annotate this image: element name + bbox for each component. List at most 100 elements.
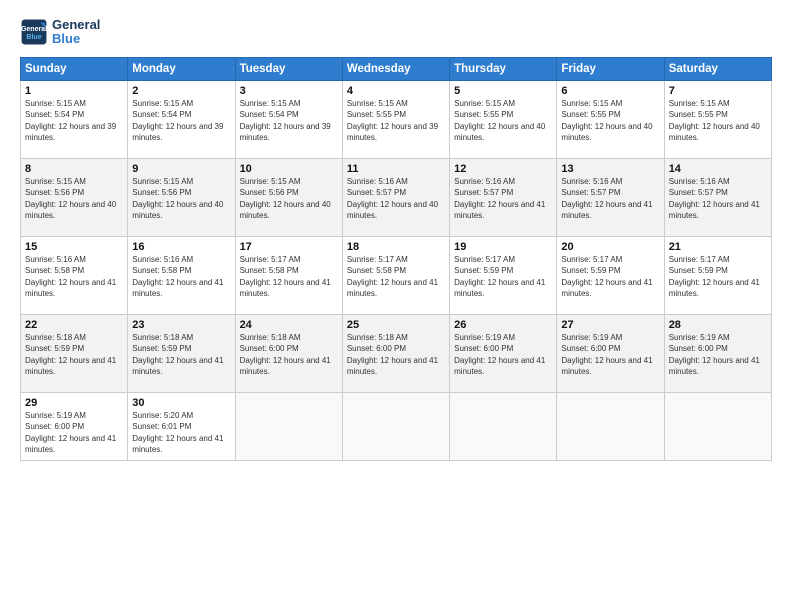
day-cell: 9 Sunrise: 5:15 AM Sunset: 5:56 PM Dayli… (128, 158, 235, 236)
day-cell (342, 392, 449, 460)
day-cell: 8 Sunrise: 5:15 AM Sunset: 5:56 PM Dayli… (21, 158, 128, 236)
day-info: Sunrise: 5:16 AM Sunset: 5:57 PM Dayligh… (347, 176, 445, 222)
calendar-page: General Blue General Blue SundayMondayTu… (0, 0, 792, 612)
day-cell: 1 Sunrise: 5:15 AM Sunset: 5:54 PM Dayli… (21, 80, 128, 158)
day-number: 5 (454, 85, 552, 97)
day-cell (235, 392, 342, 460)
day-cell: 5 Sunrise: 5:15 AM Sunset: 5:55 PM Dayli… (450, 80, 557, 158)
day-info: Sunrise: 5:17 AM Sunset: 5:58 PM Dayligh… (240, 254, 338, 300)
day-number: 13 (561, 163, 659, 175)
day-info: Sunrise: 5:15 AM Sunset: 5:54 PM Dayligh… (240, 98, 338, 144)
page-header: General Blue General Blue (20, 18, 772, 47)
day-info: Sunrise: 5:19 AM Sunset: 6:00 PM Dayligh… (454, 332, 552, 378)
week-row-1: 1 Sunrise: 5:15 AM Sunset: 5:54 PM Dayli… (21, 80, 772, 158)
day-info: Sunrise: 5:16 AM Sunset: 5:57 PM Dayligh… (454, 176, 552, 222)
day-cell: 27 Sunrise: 5:19 AM Sunset: 6:00 PM Dayl… (557, 314, 664, 392)
day-cell: 10 Sunrise: 5:15 AM Sunset: 5:56 PM Dayl… (235, 158, 342, 236)
day-number: 29 (25, 397, 123, 409)
day-cell: 29 Sunrise: 5:19 AM Sunset: 6:00 PM Dayl… (21, 392, 128, 460)
day-info: Sunrise: 5:15 AM Sunset: 5:56 PM Dayligh… (132, 176, 230, 222)
day-cell: 13 Sunrise: 5:16 AM Sunset: 5:57 PM Dayl… (557, 158, 664, 236)
day-cell: 14 Sunrise: 5:16 AM Sunset: 5:57 PM Dayl… (664, 158, 771, 236)
day-cell: 11 Sunrise: 5:16 AM Sunset: 5:57 PM Dayl… (342, 158, 449, 236)
day-cell: 15 Sunrise: 5:16 AM Sunset: 5:58 PM Dayl… (21, 236, 128, 314)
logo-icon: General Blue (20, 18, 48, 46)
day-info: Sunrise: 5:15 AM Sunset: 5:55 PM Dayligh… (347, 98, 445, 144)
day-number: 3 (240, 85, 338, 97)
day-cell: 3 Sunrise: 5:15 AM Sunset: 5:54 PM Dayli… (235, 80, 342, 158)
day-number: 26 (454, 319, 552, 331)
day-info: Sunrise: 5:16 AM Sunset: 5:57 PM Dayligh… (561, 176, 659, 222)
day-info: Sunrise: 5:17 AM Sunset: 5:59 PM Dayligh… (454, 254, 552, 300)
day-info: Sunrise: 5:17 AM Sunset: 5:58 PM Dayligh… (347, 254, 445, 300)
day-cell: 22 Sunrise: 5:18 AM Sunset: 5:59 PM Dayl… (21, 314, 128, 392)
day-cell: 24 Sunrise: 5:18 AM Sunset: 6:00 PM Dayl… (235, 314, 342, 392)
day-info: Sunrise: 5:19 AM Sunset: 6:00 PM Dayligh… (561, 332, 659, 378)
day-info: Sunrise: 5:15 AM Sunset: 5:56 PM Dayligh… (25, 176, 123, 222)
day-cell: 30 Sunrise: 5:20 AM Sunset: 6:01 PM Dayl… (128, 392, 235, 460)
day-number: 30 (132, 397, 230, 409)
day-number: 22 (25, 319, 123, 331)
day-cell: 20 Sunrise: 5:17 AM Sunset: 5:59 PM Dayl… (557, 236, 664, 314)
day-cell: 25 Sunrise: 5:18 AM Sunset: 6:00 PM Dayl… (342, 314, 449, 392)
svg-text:Blue: Blue (26, 34, 41, 41)
day-cell: 17 Sunrise: 5:17 AM Sunset: 5:58 PM Dayl… (235, 236, 342, 314)
week-row-5: 29 Sunrise: 5:19 AM Sunset: 6:00 PM Dayl… (21, 392, 772, 460)
column-header-monday: Monday (128, 57, 235, 80)
svg-text:General: General (21, 27, 47, 34)
day-number: 19 (454, 241, 552, 253)
day-number: 18 (347, 241, 445, 253)
logo: General Blue General Blue (20, 18, 100, 47)
calendar-header-row: SundayMondayTuesdayWednesdayThursdayFrid… (21, 57, 772, 80)
day-number: 12 (454, 163, 552, 175)
day-number: 14 (669, 163, 767, 175)
day-info: Sunrise: 5:16 AM Sunset: 5:58 PM Dayligh… (25, 254, 123, 300)
day-cell: 21 Sunrise: 5:17 AM Sunset: 5:59 PM Dayl… (664, 236, 771, 314)
day-number: 16 (132, 241, 230, 253)
day-cell: 12 Sunrise: 5:16 AM Sunset: 5:57 PM Dayl… (450, 158, 557, 236)
day-cell (664, 392, 771, 460)
day-info: Sunrise: 5:15 AM Sunset: 5:55 PM Dayligh… (454, 98, 552, 144)
day-cell: 19 Sunrise: 5:17 AM Sunset: 5:59 PM Dayl… (450, 236, 557, 314)
day-info: Sunrise: 5:15 AM Sunset: 5:55 PM Dayligh… (561, 98, 659, 144)
week-row-3: 15 Sunrise: 5:16 AM Sunset: 5:58 PM Dayl… (21, 236, 772, 314)
day-cell: 23 Sunrise: 5:18 AM Sunset: 5:59 PM Dayl… (128, 314, 235, 392)
day-cell: 4 Sunrise: 5:15 AM Sunset: 5:55 PM Dayli… (342, 80, 449, 158)
day-number: 20 (561, 241, 659, 253)
day-info: Sunrise: 5:19 AM Sunset: 6:00 PM Dayligh… (25, 410, 123, 456)
day-number: 8 (25, 163, 123, 175)
column-header-saturday: Saturday (664, 57, 771, 80)
day-info: Sunrise: 5:20 AM Sunset: 6:01 PM Dayligh… (132, 410, 230, 456)
day-cell: 26 Sunrise: 5:19 AM Sunset: 6:00 PM Dayl… (450, 314, 557, 392)
day-info: Sunrise: 5:16 AM Sunset: 5:57 PM Dayligh… (669, 176, 767, 222)
calendar-table: SundayMondayTuesdayWednesdayThursdayFrid… (20, 57, 772, 461)
logo-text: General Blue (52, 18, 100, 47)
day-info: Sunrise: 5:15 AM Sunset: 5:54 PM Dayligh… (25, 98, 123, 144)
day-number: 25 (347, 319, 445, 331)
day-cell: 16 Sunrise: 5:16 AM Sunset: 5:58 PM Dayl… (128, 236, 235, 314)
column-header-friday: Friday (557, 57, 664, 80)
column-header-wednesday: Wednesday (342, 57, 449, 80)
day-number: 24 (240, 319, 338, 331)
day-info: Sunrise: 5:15 AM Sunset: 5:55 PM Dayligh… (669, 98, 767, 144)
day-info: Sunrise: 5:18 AM Sunset: 5:59 PM Dayligh… (132, 332, 230, 378)
day-info: Sunrise: 5:17 AM Sunset: 5:59 PM Dayligh… (669, 254, 767, 300)
day-info: Sunrise: 5:18 AM Sunset: 6:00 PM Dayligh… (347, 332, 445, 378)
week-row-2: 8 Sunrise: 5:15 AM Sunset: 5:56 PM Dayli… (21, 158, 772, 236)
day-number: 10 (240, 163, 338, 175)
day-info: Sunrise: 5:15 AM Sunset: 5:56 PM Dayligh… (240, 176, 338, 222)
day-cell: 6 Sunrise: 5:15 AM Sunset: 5:55 PM Dayli… (557, 80, 664, 158)
column-header-tuesday: Tuesday (235, 57, 342, 80)
column-header-thursday: Thursday (450, 57, 557, 80)
day-cell (450, 392, 557, 460)
day-number: 2 (132, 85, 230, 97)
day-cell: 7 Sunrise: 5:15 AM Sunset: 5:55 PM Dayli… (664, 80, 771, 158)
day-info: Sunrise: 5:15 AM Sunset: 5:54 PM Dayligh… (132, 98, 230, 144)
day-number: 27 (561, 319, 659, 331)
day-info: Sunrise: 5:19 AM Sunset: 6:00 PM Dayligh… (669, 332, 767, 378)
day-number: 11 (347, 163, 445, 175)
day-info: Sunrise: 5:18 AM Sunset: 5:59 PM Dayligh… (25, 332, 123, 378)
day-number: 28 (669, 319, 767, 331)
day-number: 6 (561, 85, 659, 97)
day-number: 15 (25, 241, 123, 253)
